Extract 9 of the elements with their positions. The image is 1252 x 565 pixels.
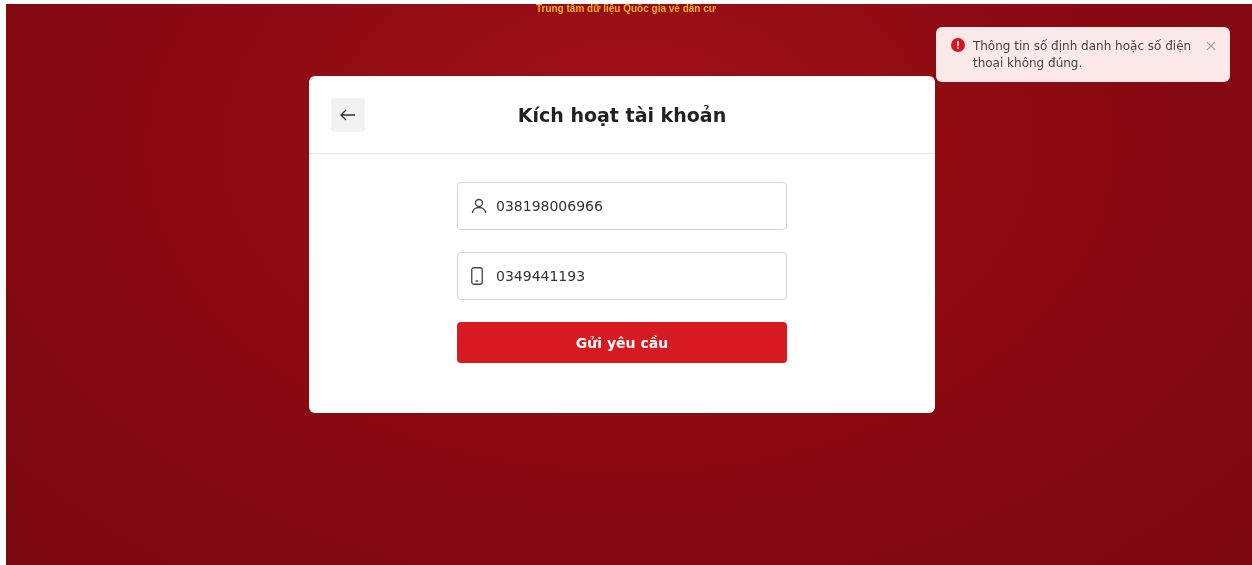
back-arrow-icon xyxy=(340,109,356,121)
toast-message: Thông tin số định danh hoặc số điện thoại không đúng. xyxy=(972,38,1193,72)
card-title: Kích hoạt tài khoản xyxy=(517,103,727,126)
organization-name: Trung tâm dữ liệu Quốc gia về dân cư xyxy=(535,4,717,14)
phone-field[interactable]: 0349441193 xyxy=(457,252,787,300)
error-icon xyxy=(951,38,965,52)
id-number-field[interactable]: 038198006966 xyxy=(457,182,787,230)
submit-button[interactable]: Gửi yêu cầu xyxy=(457,322,787,363)
back-button[interactable] xyxy=(331,98,365,132)
